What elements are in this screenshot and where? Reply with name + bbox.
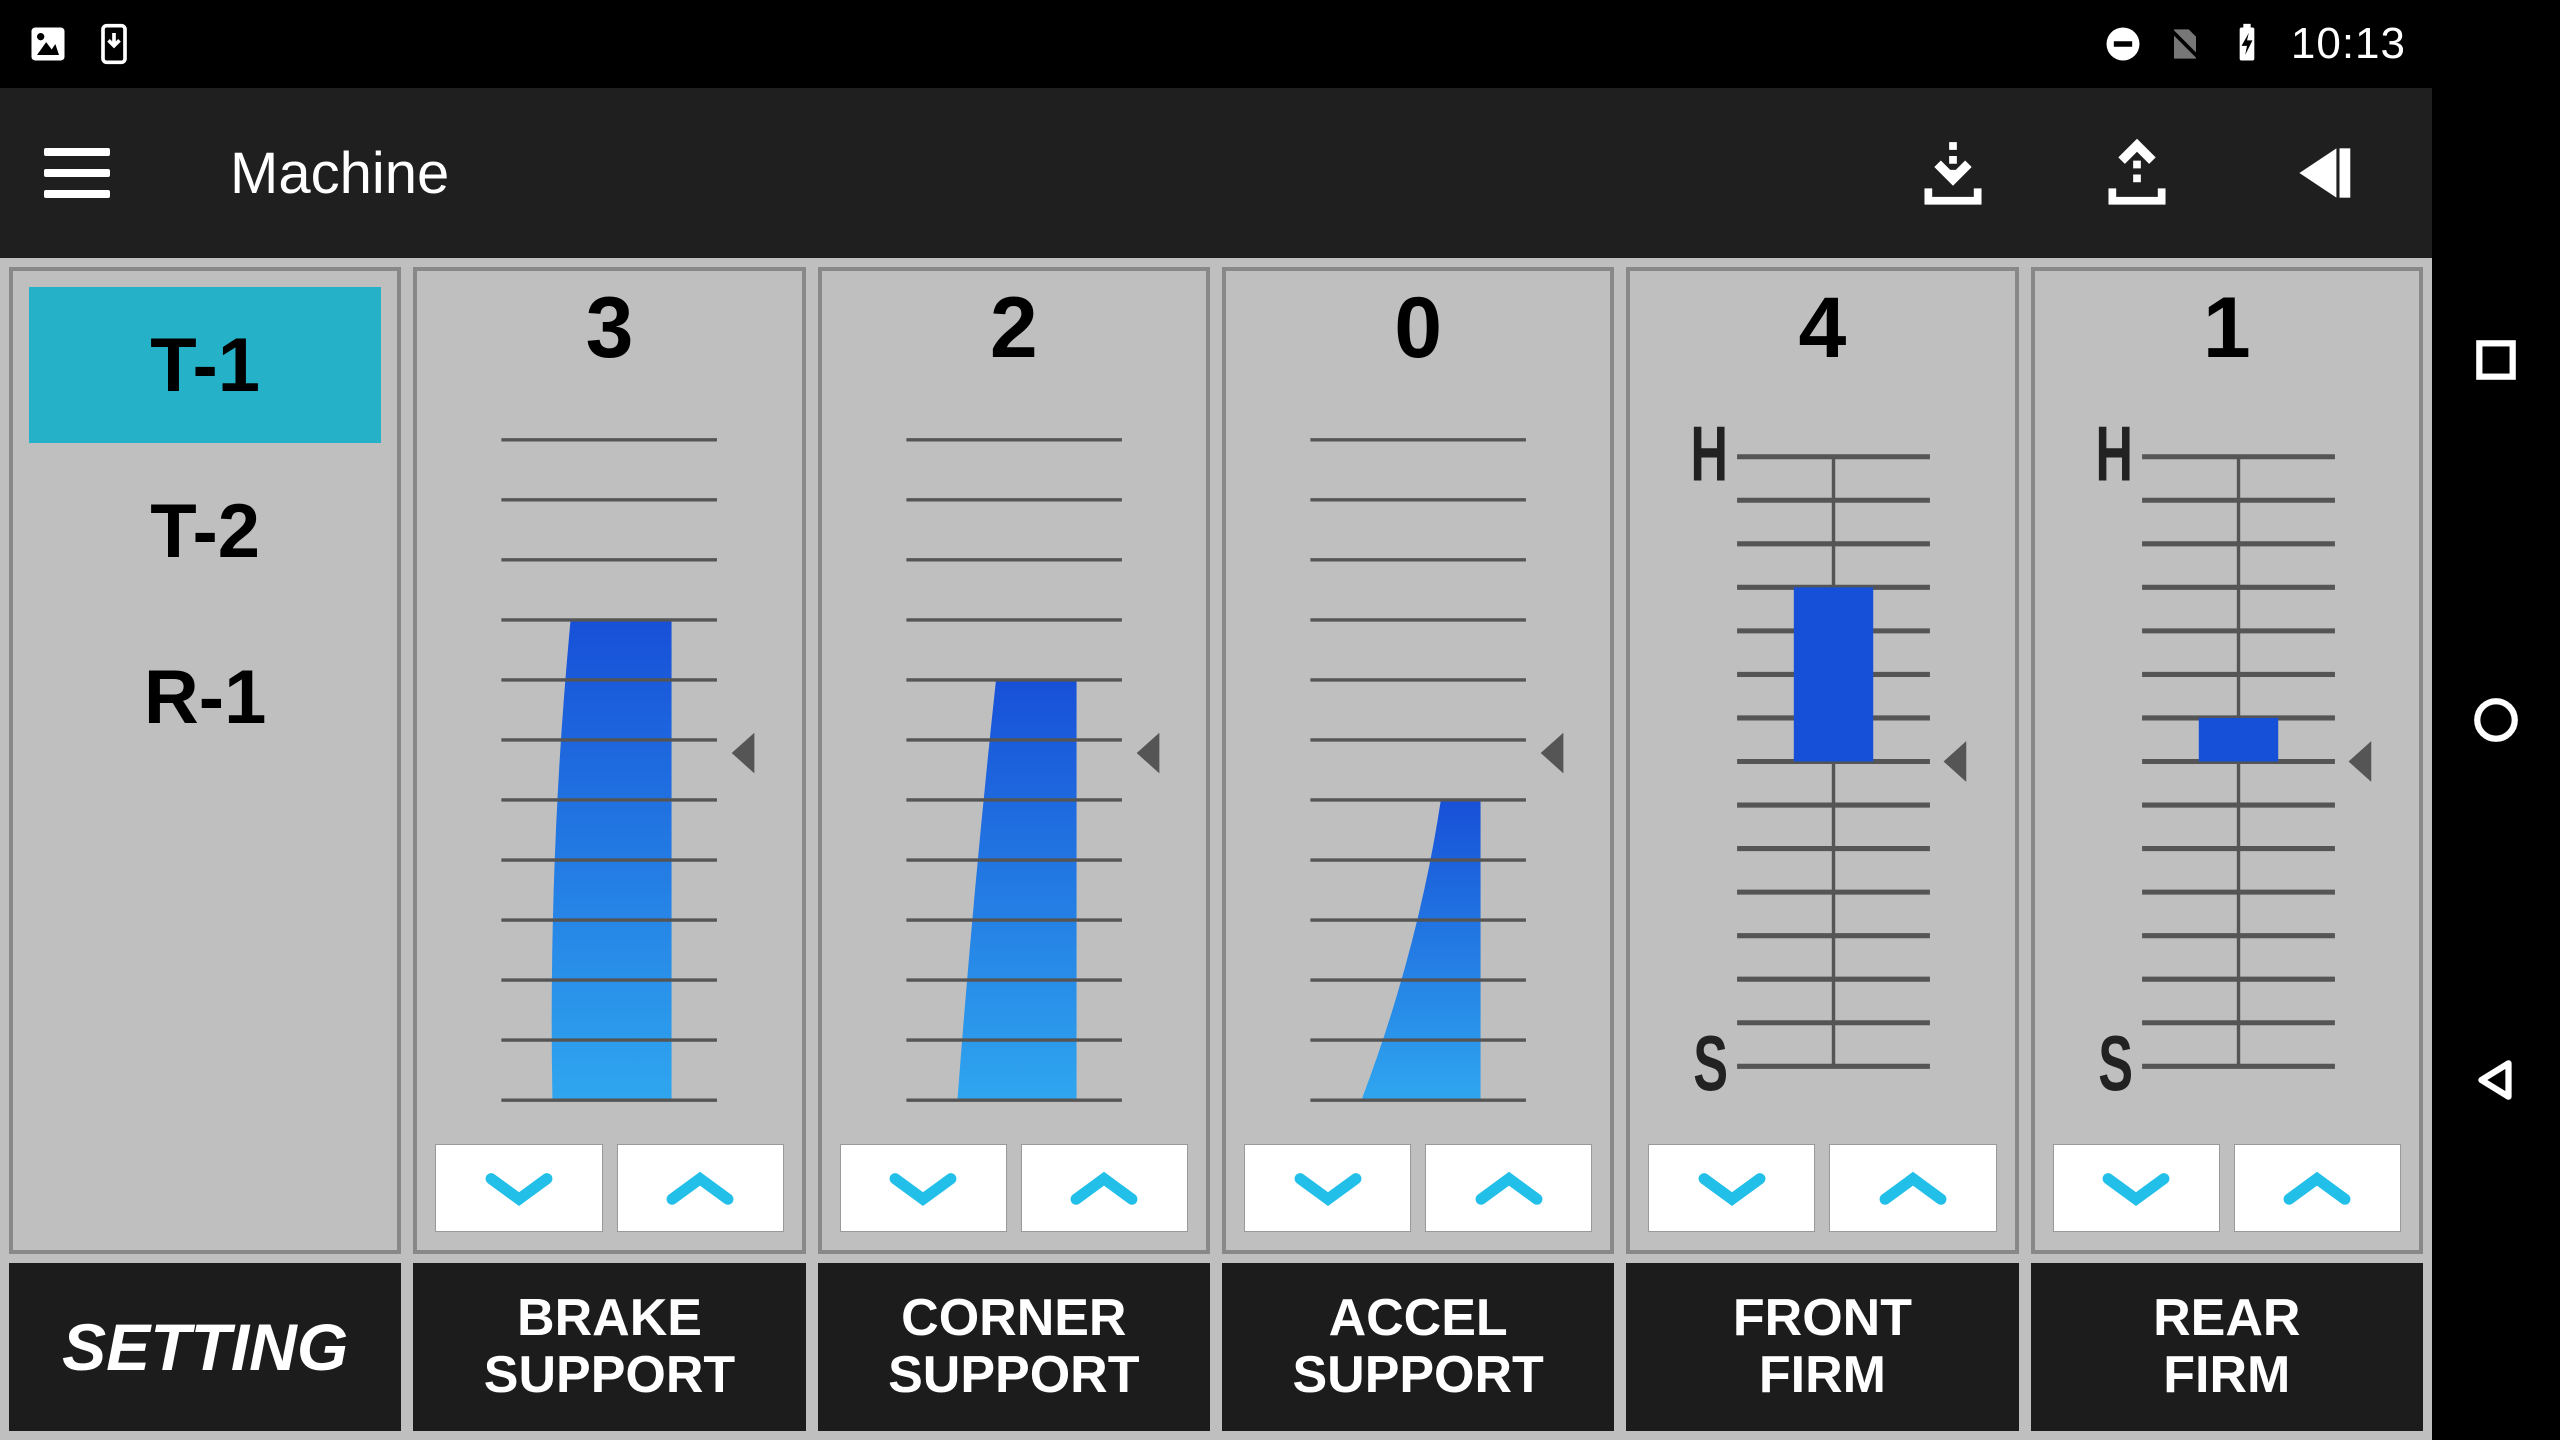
gauge-viz xyxy=(1248,389,1588,1134)
footer-label-brake: BRAKE SUPPORT xyxy=(413,1263,805,1431)
decrement-button[interactable] xyxy=(1244,1144,1411,1232)
image-icon xyxy=(26,22,70,66)
android-nav-bar xyxy=(2432,0,2560,1440)
preset-sidebar: T-1T-2R-1 xyxy=(9,267,401,1254)
increment-button[interactable] xyxy=(617,1144,784,1232)
battery-charging-icon xyxy=(2225,22,2269,66)
decrement-button[interactable] xyxy=(2053,1144,2220,1232)
decrement-button[interactable] xyxy=(435,1144,602,1232)
gauge-viz xyxy=(439,389,779,1134)
gauge-viz xyxy=(844,389,1184,1134)
home-button[interactable] xyxy=(2471,695,2521,745)
hamburger-menu-icon[interactable] xyxy=(44,148,110,198)
gauge-value: 0 xyxy=(1244,279,1592,389)
status-clock: 10:13 xyxy=(2291,19,2406,69)
preset-tab-r-1[interactable]: R-1 xyxy=(29,619,381,775)
gauge-rear: 1 H S xyxy=(2031,267,2423,1254)
gauge-value: 4 xyxy=(1648,279,1996,389)
gauge-corner: 2 xyxy=(818,267,1210,1254)
footer-label-corner: CORNER SUPPORT xyxy=(818,1263,1210,1431)
body: T-1T-2R-1 3 2 xyxy=(0,258,2432,1254)
upload-button[interactable] xyxy=(2100,136,2174,210)
gauge-value: 3 xyxy=(435,279,783,389)
gauge-brake: 3 xyxy=(413,267,805,1254)
dnd-icon xyxy=(2101,22,2145,66)
increment-button[interactable] xyxy=(1829,1144,1996,1232)
gauge-value: 2 xyxy=(840,279,1188,389)
gauge-accel: 0 xyxy=(1222,267,1614,1254)
no-sim-icon xyxy=(2163,22,2207,66)
increment-button[interactable] xyxy=(2234,1144,2401,1232)
back-button[interactable] xyxy=(2471,1055,2521,1105)
gauge-viz: H S xyxy=(1652,389,1992,1134)
setting-label: SETTING xyxy=(9,1263,401,1431)
recent-apps-button[interactable] xyxy=(2471,335,2521,385)
app-bar: Machine xyxy=(0,88,2432,258)
svg-text:S: S xyxy=(1694,1021,1729,1108)
page-title: Machine xyxy=(230,140,449,207)
decrement-button[interactable] xyxy=(840,1144,1007,1232)
svg-text:H: H xyxy=(2095,411,2133,498)
preset-tab-t-2[interactable]: T-2 xyxy=(29,453,381,609)
increment-button[interactable] xyxy=(1021,1144,1188,1232)
footer-label-front: FRONT FIRM xyxy=(1626,1263,2018,1431)
android-status-bar: 10:13 xyxy=(0,0,2432,88)
footer-label-rear: REAR FIRM xyxy=(2031,1263,2423,1431)
download-button[interactable] xyxy=(1916,136,1990,210)
preset-tab-t-1[interactable]: T-1 xyxy=(29,287,381,443)
increment-button[interactable] xyxy=(1425,1144,1592,1232)
decrement-button[interactable] xyxy=(1648,1144,1815,1232)
footer: SETTING BRAKE SUPPORT CORNER SUPPORT ACC… xyxy=(0,1254,2432,1440)
svg-text:S: S xyxy=(2098,1021,2133,1108)
download-icon xyxy=(92,22,136,66)
svg-text:H: H xyxy=(1691,411,1729,498)
footer-label-accel: ACCEL SUPPORT xyxy=(1222,1263,1614,1431)
gauge-value: 1 xyxy=(2053,279,2401,389)
gauge-front: 4 H S xyxy=(1626,267,2018,1254)
skip-back-button[interactable] xyxy=(2284,136,2358,210)
gauge-viz: H S xyxy=(2057,389,2397,1134)
